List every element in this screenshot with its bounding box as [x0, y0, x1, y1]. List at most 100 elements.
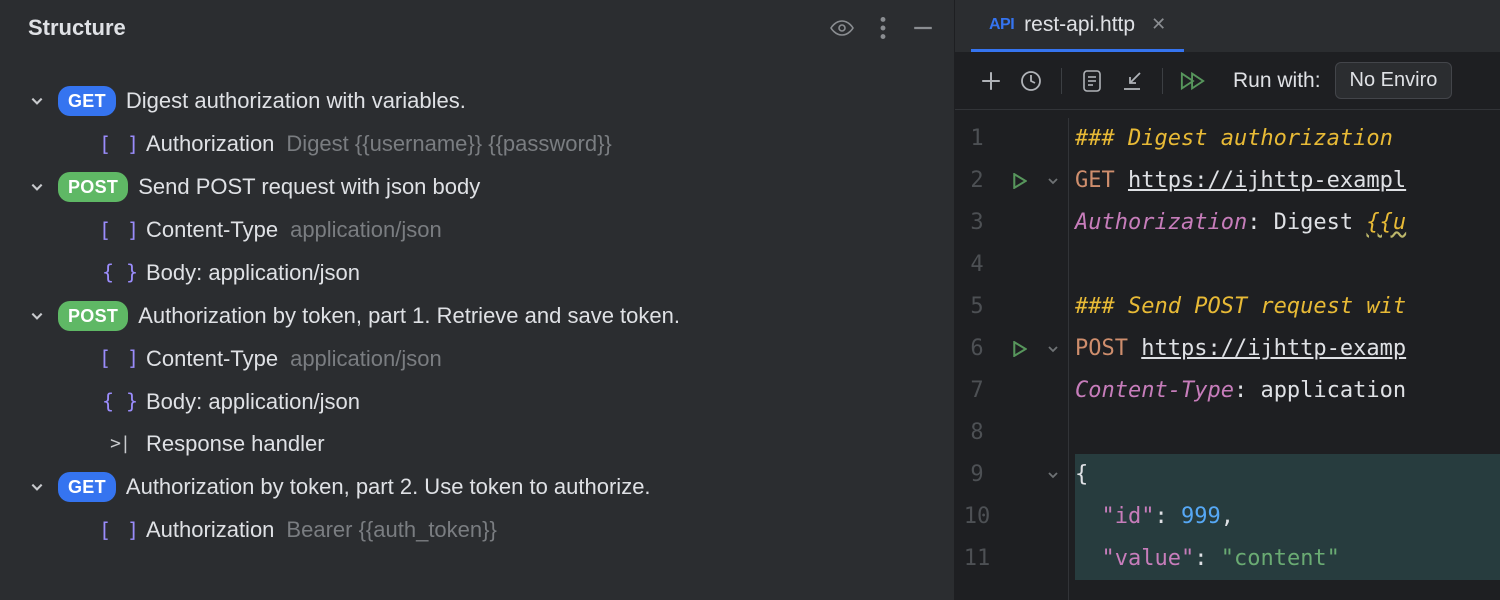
minimize-icon[interactable] [912, 17, 934, 39]
structure-tree[interactable]: GETDigest authorization with variables.[… [0, 58, 954, 600]
header-icon: [ ] [108, 131, 132, 158]
fold-icon [1037, 412, 1068, 454]
method-badge: GET [58, 472, 116, 502]
code-line[interactable]: ### Send POST request wit [1075, 286, 1500, 328]
code-lines[interactable]: ### Digest authorization GET https://ijh… [1069, 118, 1500, 600]
method-badge: POST [58, 301, 128, 331]
structure-header-actions [830, 17, 934, 39]
fold-icon [1037, 370, 1068, 412]
structure-child[interactable]: [ ]Content-Typeapplication/json [0, 209, 954, 252]
child-value: application/json [290, 344, 442, 374]
more-icon[interactable] [880, 17, 886, 39]
method-badge: POST [58, 172, 128, 202]
child-name: Authorization [146, 129, 274, 159]
child-name: Body: application/json [146, 258, 360, 288]
import-icon[interactable] [1112, 61, 1152, 101]
run-line-icon [1003, 202, 1037, 244]
toolbar-separator [1162, 68, 1163, 94]
structure-child[interactable]: [ ] Authorization Digest {{username}} {{pa… [0, 123, 954, 166]
line-number: 3 [955, 202, 999, 244]
api-icon: API [989, 16, 1014, 34]
toolbar-separator [1061, 68, 1062, 94]
run-line-icon [1003, 370, 1037, 412]
chevron-down-icon[interactable] [28, 478, 46, 496]
chevron-down-icon[interactable] [28, 92, 46, 110]
fold-icon [1037, 244, 1068, 286]
request-title: Digest authorization with variables. [126, 86, 466, 116]
code-line[interactable]: "value": "content" [1075, 538, 1500, 580]
run-line-icon [1003, 412, 1037, 454]
run-line-icon [1003, 538, 1037, 580]
run-with-label: Run with: [1233, 69, 1321, 93]
history-icon[interactable] [1011, 61, 1051, 101]
tab-rest-api[interactable]: API rest-api.http ✕ [971, 0, 1184, 52]
editor-panel: API rest-api.http ✕ Run with: No Enviro … [955, 0, 1500, 600]
line-number: 2 [955, 160, 999, 202]
child-value: Digest {{username}} {{password}} [286, 129, 611, 159]
body-icon: { } [108, 259, 132, 286]
fold-gutter[interactable] [1037, 118, 1069, 600]
child-value: Bearer {{auth_token}} [286, 515, 496, 545]
close-icon[interactable]: ✕ [1151, 14, 1166, 35]
eye-icon[interactable] [830, 17, 854, 39]
code-line[interactable]: "id": 999, [1075, 496, 1500, 538]
code-line[interactable]: Authorization: Digest {{u [1075, 202, 1500, 244]
environment-select[interactable]: No Enviro [1335, 62, 1453, 99]
line-number: 1 [955, 118, 999, 160]
examples-icon[interactable] [1072, 61, 1112, 101]
header-icon: [ ] [108, 345, 132, 372]
structure-request[interactable]: GETDigest authorization with variables. [0, 80, 954, 123]
fold-icon[interactable] [1037, 454, 1068, 496]
code-area[interactable]: 1234567891011 ### Digest authorization G… [955, 110, 1500, 600]
run-line-icon [1003, 244, 1037, 286]
fold-icon[interactable] [1037, 160, 1068, 202]
line-number: 5 [955, 286, 999, 328]
add-icon[interactable] [971, 61, 1011, 101]
tab-filename: rest-api.http [1024, 13, 1135, 37]
code-line[interactable]: ### Digest authorization [1075, 118, 1500, 160]
run-line-icon[interactable] [1003, 160, 1037, 202]
code-line[interactable]: { [1075, 454, 1500, 496]
child-name: Response handler [146, 429, 325, 459]
structure-child[interactable]: >|Response handler [0, 423, 954, 466]
fold-icon [1037, 118, 1068, 160]
code-line[interactable] [1075, 412, 1500, 454]
structure-request[interactable]: GET Authorization by token, part 2. Use t… [0, 466, 954, 509]
child-value: application/json [290, 215, 442, 245]
child-name: Body: application/json [146, 387, 360, 417]
child-name: Authorization [146, 515, 274, 545]
body-icon: { } [108, 388, 132, 415]
code-line[interactable]: GET https://ijhttp-exampl [1075, 160, 1500, 202]
structure-header: Structure [0, 0, 954, 58]
structure-title: Structure [28, 15, 830, 41]
structure-child[interactable]: { } Body: application/json [0, 252, 954, 295]
chevron-down-icon[interactable] [28, 307, 46, 325]
run-line-icon [1003, 454, 1037, 496]
structure-child[interactable]: { } Body: application/json [0, 381, 954, 424]
code-line[interactable]: POST https://ijhttp-examp [1075, 328, 1500, 370]
structure-panel: Structure GETDigest authorization with v… [0, 0, 955, 600]
run-all-icon[interactable] [1173, 61, 1213, 101]
line-number: 8 [955, 412, 999, 454]
request-title: Send POST request with json body [138, 172, 480, 202]
run-gutter[interactable] [1003, 118, 1037, 600]
structure-request[interactable]: POST Authorization by token, part 1. Retr… [0, 295, 954, 338]
structure-child[interactable]: [ ]Content-Typeapplication/json [0, 338, 954, 381]
request-title: Authorization by token, part 1. Retrieve… [138, 301, 680, 331]
code-line[interactable] [1075, 244, 1500, 286]
chevron-down-icon[interactable] [28, 178, 46, 196]
line-number: 9 [955, 454, 999, 496]
structure-request[interactable]: POST Send POST request with json body [0, 166, 954, 209]
fold-icon [1037, 202, 1068, 244]
header-icon: [ ] [108, 517, 132, 544]
request-title: Authorization by token, part 2. Use toke… [126, 472, 651, 502]
structure-child[interactable]: [ ] Authorization Bearer {{auth_token}} [0, 509, 954, 552]
run-line-icon[interactable] [1003, 328, 1037, 370]
run-line-icon [1003, 118, 1037, 160]
line-number: 4 [955, 244, 999, 286]
fold-icon [1037, 538, 1068, 580]
code-line[interactable]: Content-Type: application [1075, 370, 1500, 412]
line-number: 6 [955, 328, 999, 370]
line-number-gutter: 1234567891011 [955, 118, 1003, 600]
fold-icon[interactable] [1037, 328, 1068, 370]
